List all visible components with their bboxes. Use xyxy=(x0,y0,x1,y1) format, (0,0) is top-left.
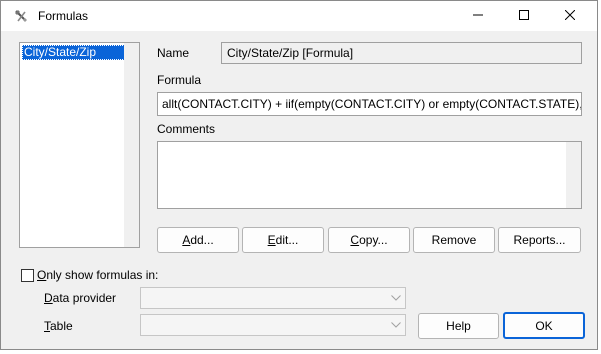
only-show-label: Only show formulas in: xyxy=(37,268,159,282)
formula-field[interactable]: allt(CONTACT.CITY) + iif(empty(CONTACT.C… xyxy=(157,92,582,116)
chevron-down-icon xyxy=(387,315,405,335)
ok-button[interactable]: OK xyxy=(503,312,585,339)
minimize-button[interactable] xyxy=(455,1,501,31)
comments-field[interactable] xyxy=(157,141,582,209)
edit-button[interactable]: Edit... xyxy=(242,227,324,253)
list-item[interactable]: City/State/Zip xyxy=(22,45,127,60)
title-bar[interactable]: Formulas xyxy=(1,1,597,31)
add-button-label: Add... xyxy=(182,233,214,247)
formulas-dialog: Formulas City/State/Zip Name City/State/… xyxy=(0,0,598,350)
minimize-icon xyxy=(473,9,483,23)
only-show-checkbox[interactable] xyxy=(21,269,34,282)
formula-list[interactable]: City/State/Zip xyxy=(19,42,140,248)
edit-button-label: Edit... xyxy=(267,233,299,247)
data-provider-select[interactable] xyxy=(140,287,406,309)
close-button[interactable] xyxy=(547,1,593,31)
table-select[interactable] xyxy=(140,314,406,336)
help-button-label: Help xyxy=(446,319,471,333)
formula-label: Formula xyxy=(157,73,202,87)
remove-button[interactable]: Remove xyxy=(413,227,495,253)
data-provider-label: Data provider xyxy=(44,291,117,305)
add-button[interactable]: Add... xyxy=(157,227,239,253)
help-button[interactable]: Help xyxy=(418,313,499,339)
ok-button-label: OK xyxy=(535,318,553,333)
window-title: Formulas xyxy=(38,9,89,23)
name-field[interactable]: City/State/Zip [Formula] xyxy=(221,42,582,64)
chevron-down-icon xyxy=(387,288,405,308)
reports-button[interactable]: Reports... xyxy=(498,227,581,253)
hammer-wrench-icon xyxy=(13,8,29,24)
copy-button[interactable]: Copy... xyxy=(328,227,410,253)
reports-button-label: Reports... xyxy=(513,233,566,247)
comments-label: Comments xyxy=(157,122,216,136)
list-scrollbar[interactable] xyxy=(124,43,139,247)
name-label: Name xyxy=(157,46,190,60)
copy-button-label: Copy... xyxy=(350,233,388,247)
remove-button-label: Remove xyxy=(431,233,477,247)
close-icon xyxy=(564,9,576,23)
table-label: Table xyxy=(44,319,73,333)
maximize-button[interactable] xyxy=(501,1,547,31)
maximize-icon xyxy=(519,9,529,23)
comments-scrollbar[interactable] xyxy=(566,142,581,208)
